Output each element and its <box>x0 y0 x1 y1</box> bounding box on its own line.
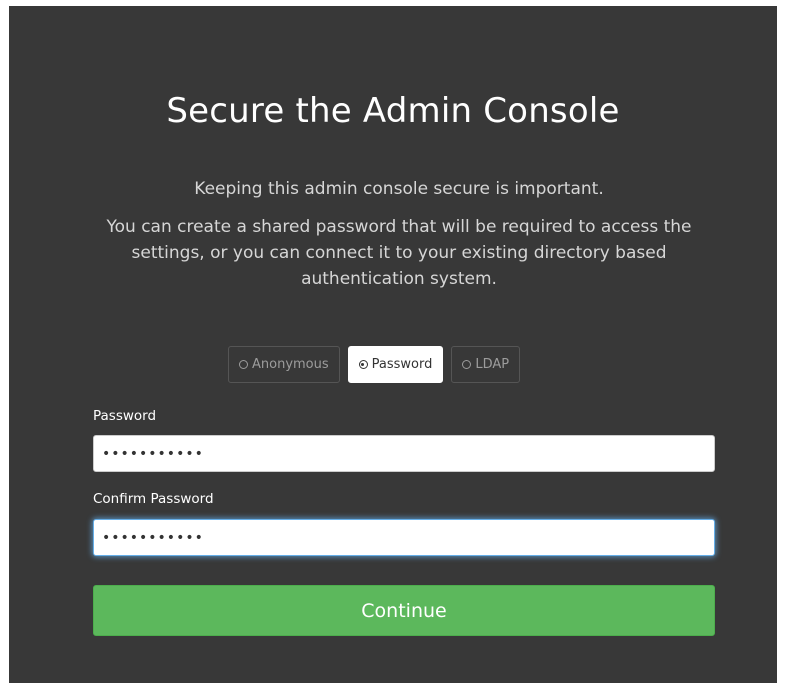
mode-password-label: Password <box>371 357 433 372</box>
radio-unchecked-icon <box>462 360 472 369</box>
description-text: You can create a shared password that wi… <box>106 217 692 289</box>
confirm-password-field[interactable] <box>93 519 715 556</box>
auth-mode-selector: Anonymous Password LDAP <box>228 346 521 383</box>
password-field[interactable] <box>93 435 715 472</box>
mode-anonymous-label: Anonymous <box>252 357 329 372</box>
continue-button[interactable]: Continue <box>93 585 715 636</box>
password-label: Password <box>93 408 157 424</box>
confirm-password-label: Confirm Password <box>93 491 214 507</box>
mode-ldap-button[interactable]: LDAP <box>451 346 521 383</box>
mode-password-button[interactable]: Password <box>347 346 444 383</box>
intro-text: Keeping this admin console secure is imp… <box>194 179 604 199</box>
page-title: Secure the Admin Console <box>166 91 620 131</box>
mode-ldap-label: LDAP <box>475 357 510 372</box>
radio-unchecked-icon <box>239 360 248 369</box>
radio-checked-icon <box>358 360 368 369</box>
mode-anonymous-button[interactable]: Anonymous <box>228 346 340 383</box>
setup-panel: Secure the Admin Console Keeping this ad… <box>9 6 777 683</box>
